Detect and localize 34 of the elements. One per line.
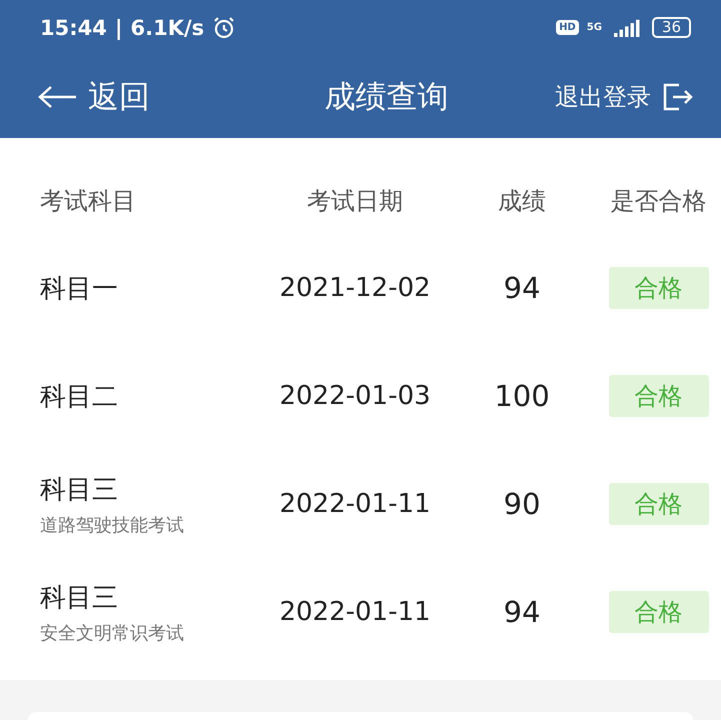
- exam-date: 2022-01-11: [279, 489, 431, 519]
- subject-name: 科目三: [40, 582, 119, 614]
- network-speed: 6.1K/s: [130, 16, 204, 40]
- result-tag: 合格: [608, 591, 708, 633]
- subject-note: 道路驾驶技能考试: [40, 514, 185, 536]
- column-header: 成绩: [498, 186, 546, 217]
- exam-date: 2022-01-11: [279, 597, 431, 627]
- page-title: 成绩查询: [324, 78, 450, 116]
- subject-name: 科目二: [40, 380, 119, 414]
- status-time: 15:44: [40, 16, 107, 40]
- logout-icon: [663, 82, 693, 110]
- back-arrow-icon: [38, 84, 78, 108]
- subject-note: 安全文明常识考试: [40, 622, 185, 644]
- subject-name: 科目三: [40, 474, 119, 506]
- status-divider: |: [114, 16, 123, 40]
- exam-date: 2021-12-02: [279, 273, 431, 303]
- exam-score: 90: [504, 487, 540, 521]
- logout-button[interactable]: 退出登录: [555, 80, 693, 112]
- exam-score: 94: [504, 595, 540, 629]
- back-button[interactable]: 返回: [38, 76, 238, 118]
- result-tag: 合格: [608, 375, 708, 417]
- column-header: 是否合格: [610, 186, 706, 217]
- battery-level: 36: [652, 17, 691, 38]
- result-tag: 合格: [608, 483, 708, 525]
- column-header: 考试科目: [40, 186, 136, 217]
- column-header: 考试日期: [307, 186, 403, 217]
- alarm-icon: [212, 16, 236, 40]
- exam-score: 100: [494, 379, 550, 413]
- network-type: 5G: [586, 22, 602, 33]
- subject-name: 科目一: [40, 272, 119, 306]
- exam-date: 2022-01-03: [279, 381, 431, 411]
- result-tag: 合格: [608, 267, 708, 309]
- exam-score: 94: [504, 271, 540, 305]
- hd-badge: HD: [556, 20, 579, 35]
